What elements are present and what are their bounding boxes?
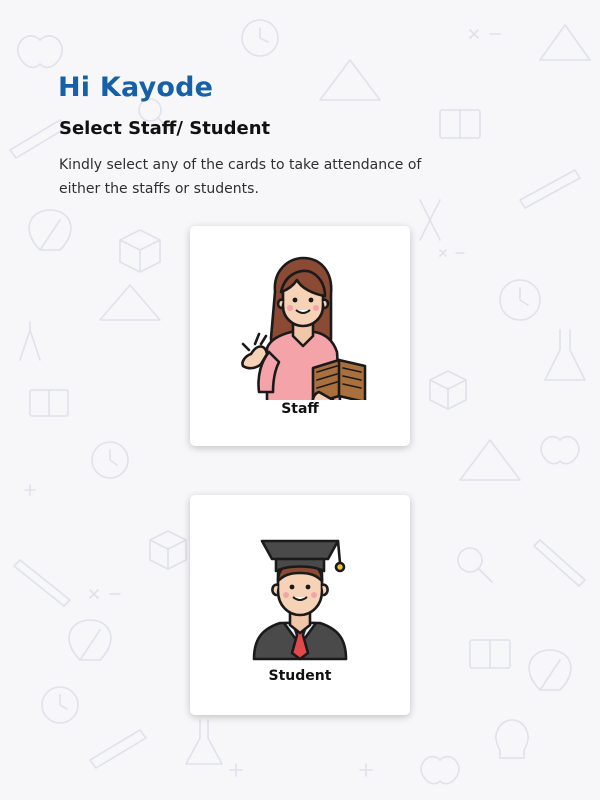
staff-card[interactable]: Staff bbox=[190, 226, 410, 446]
main-content: Hi Kayode Select Staff/ Student Kindly s… bbox=[0, 0, 600, 800]
instructions-text: Kindly select any of the cards to take a… bbox=[59, 157, 422, 197]
teacher-icon bbox=[241, 256, 367, 400]
student-card[interactable]: Student bbox=[190, 495, 410, 715]
page-subtitle: Select Staff/ Student bbox=[59, 118, 271, 139]
staff-card-label: Staff bbox=[281, 401, 319, 417]
greeting-title: Hi Kayode bbox=[58, 72, 214, 103]
student-card-label: Student bbox=[268, 668, 332, 684]
graduate-student-icon bbox=[252, 539, 348, 661]
